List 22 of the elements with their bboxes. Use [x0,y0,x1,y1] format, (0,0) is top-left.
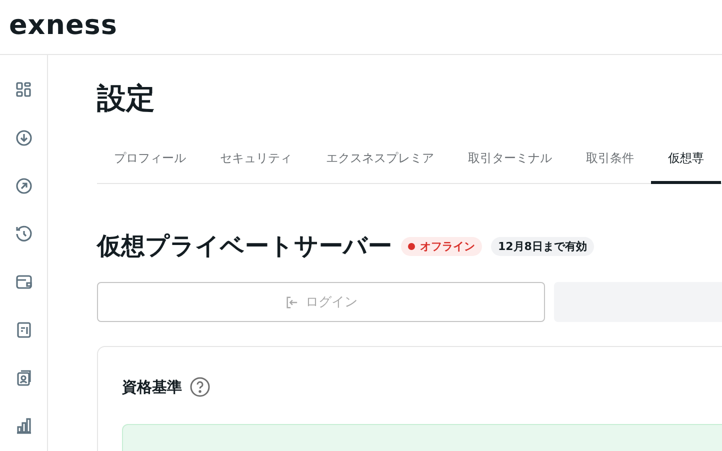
help-icon[interactable] [190,377,210,397]
upload-icon[interactable] [14,177,32,195]
status-label: オフライン [420,238,475,254]
document-icon[interactable] [14,321,32,339]
tab[interactable]: 仮想専 [651,136,721,184]
tab[interactable]: 取引ターミナル [451,136,569,184]
tab[interactable]: エクスネスプレミア [309,136,451,184]
tab[interactable]: プロフィール [97,136,203,184]
validity-badge: 12月8日まで有効 [491,236,594,256]
tab[interactable]: セキュリティ [203,136,309,184]
card-title: 資格基準 [122,378,182,396]
chart-icon[interactable] [14,417,32,435]
dashboard-icon[interactable] [14,81,32,99]
tab[interactable]: 取引条件 [569,136,651,184]
history-icon[interactable] [14,225,32,243]
login-icon [284,296,298,308]
logo[interactable]: exness [9,12,118,42]
page-title: 設定 [97,80,156,116]
contact-icon[interactable] [14,369,32,387]
wallet-icon[interactable] [14,273,32,291]
section-title: 仮想プライベートサーバー [97,231,392,262]
download-icon[interactable] [14,129,32,147]
